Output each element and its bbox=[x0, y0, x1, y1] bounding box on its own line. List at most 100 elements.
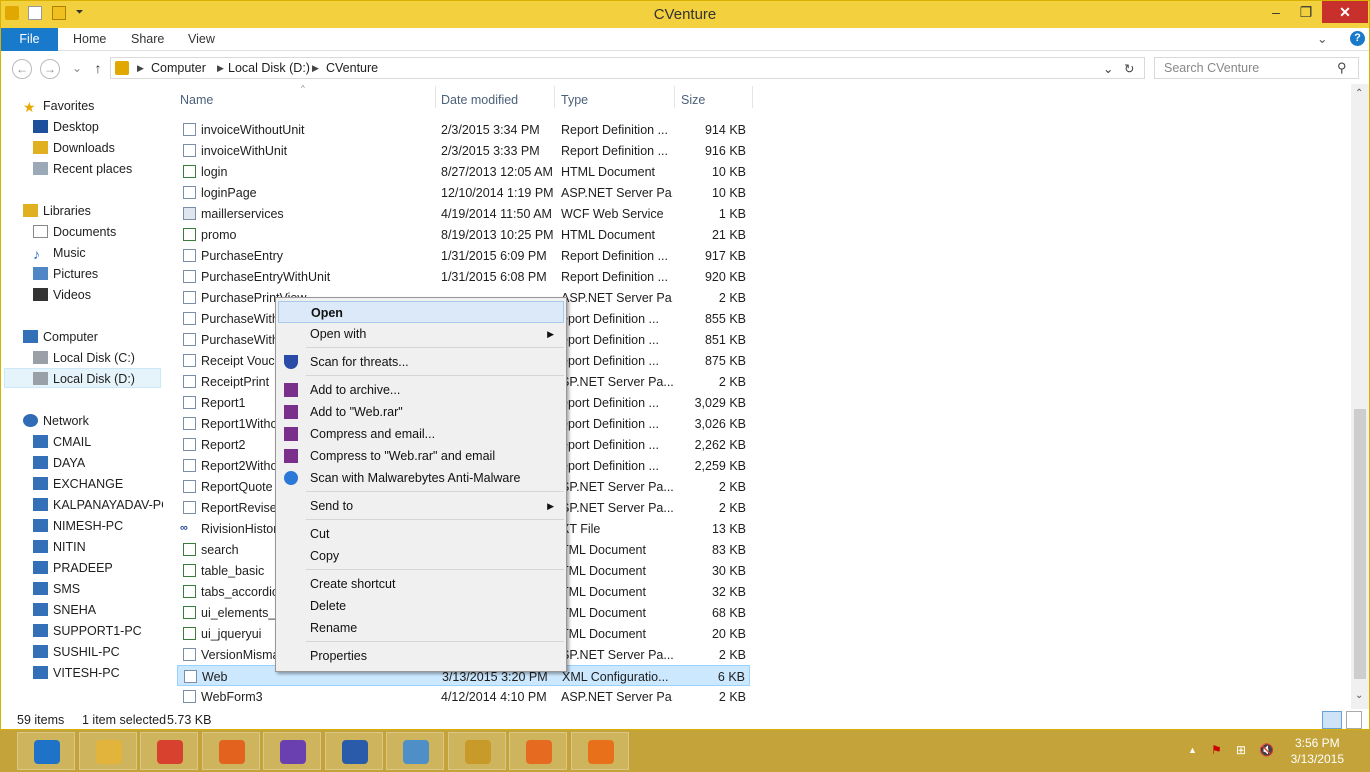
tab-file[interactable]: File bbox=[1, 28, 58, 51]
taskbar-button[interactable] bbox=[17, 732, 75, 770]
scroll-down-icon[interactable]: ⌄ bbox=[1355, 690, 1363, 701]
breadcrumb-computer[interactable]: Computer bbox=[151, 61, 206, 75]
sidebar-item-downloads[interactable]: Downloads bbox=[33, 138, 115, 158]
taskbar-button[interactable] bbox=[570, 732, 629, 770]
table-row[interactable]: invoiceWithoutUnit 2/3/2015 3:34 PM Report… bbox=[177, 119, 750, 140]
breadcrumb-cventure[interactable]: CVenture bbox=[326, 61, 378, 75]
sidebar-item-network-pc[interactable]: EXCHANGE bbox=[33, 474, 163, 494]
menu-item-scan-with-malwarebytes-anti-malware[interactable]: Scan with Malwarebytes Anti-Malware bbox=[278, 467, 564, 489]
taskbar-button[interactable] bbox=[140, 732, 198, 770]
menu-item-add-to-web-rar[interactable]: Add to "Web.rar" bbox=[278, 401, 564, 423]
menu-item-rename[interactable]: Rename bbox=[278, 617, 564, 639]
details-view-icon[interactable] bbox=[1322, 711, 1342, 729]
close-button[interactable]: ✕ bbox=[1322, 1, 1368, 23]
column-header-name[interactable]: Name bbox=[180, 93, 213, 107]
menu-item-properties[interactable]: Properties bbox=[278, 645, 564, 667]
sidebar-item-network-pc[interactable]: DAYA bbox=[33, 453, 163, 473]
scrollbar-thumb[interactable] bbox=[1354, 409, 1366, 679]
taskbar-button[interactable] bbox=[78, 732, 137, 770]
large-icons-view-icon[interactable] bbox=[1346, 711, 1362, 729]
action-center-icon[interactable]: ⚑ bbox=[1211, 743, 1222, 757]
show-hidden-icons[interactable]: ▲ bbox=[1188, 745, 1197, 755]
address-dropdown-icon[interactable]: ⌄ bbox=[1103, 61, 1113, 76]
taskbar-button[interactable] bbox=[386, 732, 444, 770]
sidebar-item-libraries[interactable]: Libraries bbox=[23, 201, 91, 221]
sidebar-item-network-pc[interactable]: NIMESH-PC bbox=[33, 516, 163, 536]
sidebar-item-network-pc[interactable]: CMAIL bbox=[33, 432, 163, 452]
menu-item-add-to-archive[interactable]: Add to archive... bbox=[278, 379, 564, 401]
sidebar-item-videos[interactable]: Videos bbox=[33, 285, 91, 305]
sidebar-item-network[interactable]: Network bbox=[23, 411, 89, 431]
sidebar-item-local-disk-c[interactable]: Local Disk (C:) bbox=[33, 348, 135, 368]
column-header-type[interactable]: Type bbox=[561, 93, 588, 107]
table-row[interactable]: promo 8/19/2013 10:25 PM HTML Document 21 K… bbox=[177, 224, 750, 245]
column-separator[interactable] bbox=[435, 86, 436, 108]
column-separator[interactable] bbox=[752, 86, 753, 108]
sidebar-item-computer[interactable]: Computer bbox=[23, 327, 98, 347]
sidebar-item-network-pc[interactable]: KALPANAYADAV-PC bbox=[33, 495, 163, 515]
table-row[interactable]: WebForm3 4/12/2014 4:10 PM ASP.NET Server … bbox=[177, 686, 750, 707]
address-bar[interactable]: ▶ Computer ▶ Local Disk (D:) ▶ CVenture … bbox=[110, 57, 1145, 79]
vertical-scrollbar[interactable]: ⌃ ⌄ bbox=[1351, 84, 1369, 709]
table-row[interactable]: maillerservices 4/19/2014 11:50 AM WCF Web… bbox=[177, 203, 750, 224]
sidebar-item-desktop[interactable]: Desktop bbox=[33, 117, 99, 137]
recent-locations-icon[interactable]: ⌄ bbox=[67, 59, 87, 79]
taskbar-button[interactable] bbox=[263, 732, 321, 770]
menu-item-compress-to-web-rar-and-email[interactable]: Compress to "Web.rar" and email bbox=[278, 445, 564, 467]
sidebar-item-favorites[interactable]: ★ Favorites bbox=[23, 96, 94, 116]
sidebar-item-documents[interactable]: Documents bbox=[33, 222, 116, 242]
scroll-up-icon[interactable]: ⌃ bbox=[1355, 88, 1363, 99]
sidebar-item-network-pc[interactable]: SUPPORT1-PC bbox=[33, 621, 163, 641]
title-bar[interactable]: ⏷ CVenture – ❐ ✕ bbox=[1, 1, 1369, 28]
column-header-size[interactable]: Size bbox=[681, 93, 705, 107]
sidebar-item-network-pc[interactable]: SMS bbox=[33, 579, 163, 599]
search-input[interactable]: Search CVenture bbox=[1154, 57, 1359, 79]
sidebar-item-network-pc[interactable]: VITESH-PC bbox=[33, 663, 163, 683]
taskbar-button[interactable] bbox=[447, 732, 506, 770]
back-button[interactable]: ← bbox=[12, 59, 32, 79]
menu-item-send-to[interactable]: Send to ▶ bbox=[278, 495, 564, 517]
up-button[interactable]: ↑ bbox=[88, 59, 108, 79]
menu-item-scan-for-threats[interactable]: Scan for threats... bbox=[278, 351, 564, 373]
table-row[interactable]: PurchaseEntryWithUnit 1/31/2015 6:08 PM Re… bbox=[177, 266, 750, 287]
winrar-icon bbox=[284, 427, 298, 441]
menu-item-copy[interactable]: Copy bbox=[278, 545, 564, 567]
breadcrumb-local-disk-d[interactable]: Local Disk (D:) bbox=[228, 61, 310, 75]
restore-button[interactable]: ❐ bbox=[1291, 1, 1321, 23]
tab-home[interactable]: Home bbox=[59, 28, 120, 51]
menu-item-cut[interactable]: Cut bbox=[278, 523, 564, 545]
sidebar-item-music[interactable]: ♪ Music bbox=[33, 243, 86, 263]
refresh-icon[interactable]: ↻ bbox=[1124, 61, 1134, 76]
table-row[interactable]: loginPage 12/10/2014 1:19 PM ASP.NET Serve… bbox=[177, 182, 750, 203]
taskbar-button[interactable] bbox=[201, 732, 260, 770]
network-status-icon[interactable]: ⊞ bbox=[1236, 743, 1246, 757]
sidebar-item-recent-places[interactable]: Recent places bbox=[33, 159, 132, 179]
sidebar-item-pictures[interactable]: Pictures bbox=[33, 264, 98, 284]
tab-share[interactable]: Share bbox=[117, 28, 178, 51]
sidebar-item-network-pc[interactable]: SNEHA bbox=[33, 600, 163, 620]
help-icon[interactable]: ? bbox=[1350, 31, 1365, 46]
tab-view[interactable]: View bbox=[174, 28, 229, 51]
table-row[interactable]: PurchaseEntry 1/31/2015 6:09 PM Report Def… bbox=[177, 245, 750, 266]
table-row[interactable]: login 8/27/2013 12:05 AM HTML Document 10 K… bbox=[177, 161, 750, 182]
menu-item-compress-and-email[interactable]: Compress and email... bbox=[278, 423, 564, 445]
sidebar-item-network-pc[interactable]: SUSHIL-PC bbox=[33, 642, 163, 662]
table-row[interactable]: invoiceWithUnit 2/3/2015 3:33 PM Report De… bbox=[177, 140, 750, 161]
sidebar-item-network-pc[interactable]: NITIN bbox=[33, 537, 163, 557]
column-header-date[interactable]: Date modified bbox=[441, 93, 518, 107]
minimize-button[interactable]: – bbox=[1261, 1, 1291, 23]
menu-item-open[interactable]: Open bbox=[278, 301, 564, 323]
menu-item-open-with[interactable]: Open with ▶ bbox=[278, 323, 564, 345]
clock[interactable]: 3:56 PM 3/13/2015 bbox=[1291, 735, 1344, 767]
column-separator[interactable] bbox=[674, 86, 675, 108]
menu-item-delete[interactable]: Delete bbox=[278, 595, 564, 617]
sidebar-item-local-disk-d[interactable]: Local Disk (D:) bbox=[4, 368, 161, 388]
menu-item-create-shortcut[interactable]: Create shortcut bbox=[278, 573, 564, 595]
taskbar-button[interactable] bbox=[324, 732, 383, 770]
column-separator[interactable] bbox=[554, 86, 555, 108]
sidebar-item-network-pc[interactable]: PRADEEP bbox=[33, 558, 163, 578]
forward-button[interactable]: → bbox=[40, 59, 60, 79]
volume-icon[interactable]: 🔇 bbox=[1259, 743, 1274, 757]
taskbar-button[interactable] bbox=[509, 732, 567, 770]
ribbon-expand-icon[interactable]: ⌄ bbox=[1317, 28, 1327, 51]
